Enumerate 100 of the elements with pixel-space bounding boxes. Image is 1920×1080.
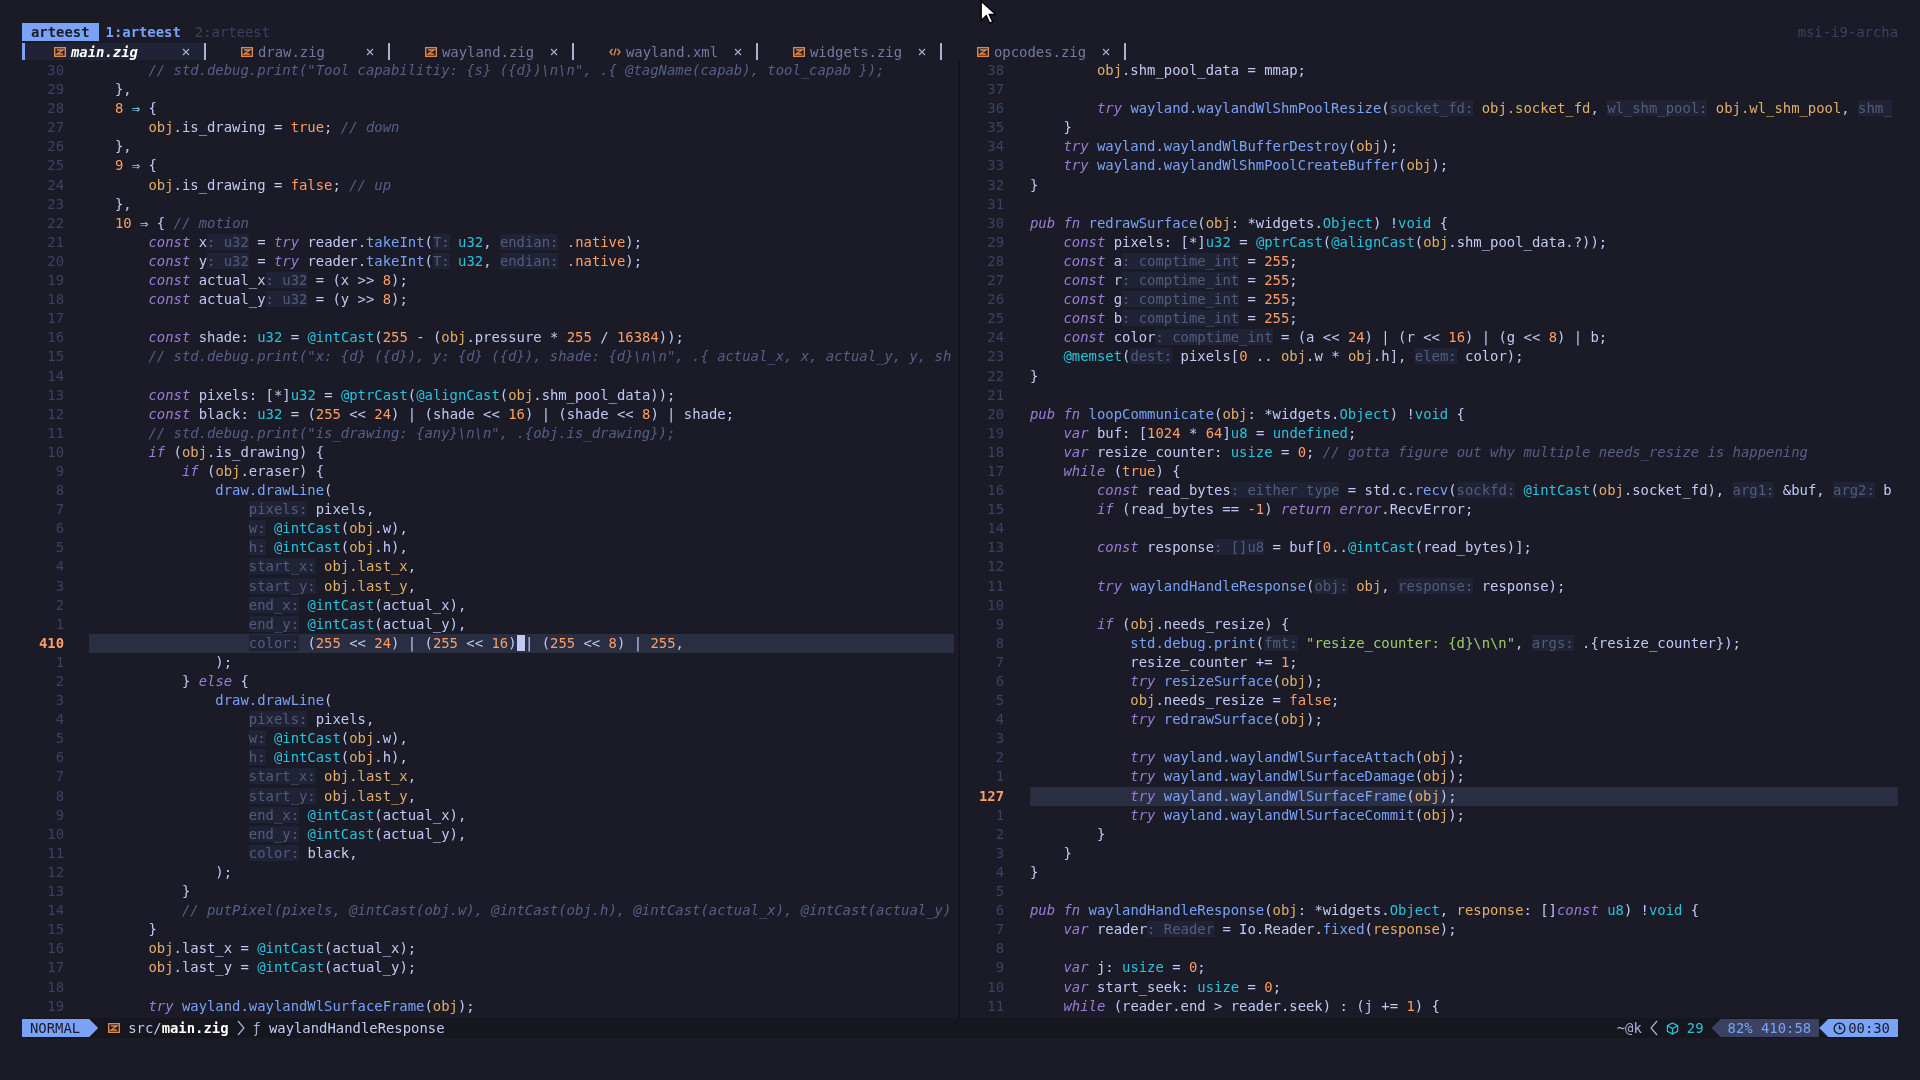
- close-icon[interactable]: [182, 47, 190, 56]
- line-number: 9: [54, 805, 64, 825]
- breadcrumb-symbol: waylandHandleResponse: [268, 1020, 445, 1036]
- session-name: arteest: [22, 23, 99, 41]
- line-number: 33: [986, 156, 1004, 176]
- code-line: obj.is_drawing = false; // up: [147, 175, 392, 195]
- line-number: 17: [986, 461, 1004, 481]
- code-line: try wayland.waylandWlSurfaceFrame(obj);: [1129, 786, 1457, 806]
- code-line: w: @intCast(obj.w),: [247, 519, 408, 539]
- line-number: 7: [994, 652, 1004, 672]
- file-tab[interactable]: draw.zig: [206, 43, 390, 60]
- code-line: },: [115, 80, 132, 100]
- line-number: 2: [994, 748, 1004, 768]
- code-line: }: [1062, 118, 1072, 138]
- code-line: }: [1095, 824, 1106, 844]
- line-number: 30: [46, 61, 64, 80]
- line-number: 19: [986, 423, 1004, 443]
- line-number: 4: [54, 557, 64, 577]
- code-line: try wayland.waylandWlShmPoolCreateBuffer(obj);: [1062, 156, 1449, 176]
- line-number: 6: [54, 519, 64, 539]
- code-line: h: @intCast(obj.h),: [247, 538, 408, 558]
- code-line: );: [214, 652, 233, 672]
- code-line: }: [147, 920, 157, 940]
- close-icon[interactable]: [1102, 47, 1110, 56]
- code-line: const a: comptime_int = 255;: [1062, 251, 1298, 272]
- close-icon[interactable]: [550, 47, 558, 56]
- code-line: const pixels: [*]u32 = @ptrCast(@alignCast(obj.shm_pool_data));: [147, 385, 676, 405]
- diagnostics-count: 29: [1686, 1020, 1704, 1036]
- close-icon[interactable]: [366, 47, 374, 56]
- line-number: 24: [986, 328, 1004, 348]
- zig-file-icon: [108, 1023, 121, 1033]
- function-symbol: ƒ: [252, 1020, 261, 1036]
- line-number: 3: [994, 843, 1004, 863]
- line-number: 10: [986, 977, 1004, 997]
- line-number: 25: [986, 309, 1004, 329]
- code-line: try wayland.waylandWlSurfaceDamage(obj);: [1129, 767, 1465, 787]
- code-line: start_y: obj.last_y,: [247, 786, 417, 806]
- line-number: 8: [994, 633, 1004, 653]
- line-number: 23: [46, 194, 64, 214]
- line-number: 31: [986, 194, 1004, 214]
- host-name: msi-i9-archa: [1797, 24, 1898, 40]
- line-number: 29: [986, 232, 1004, 252]
- file-tab[interactable]: widgets.zig: [758, 43, 942, 60]
- file-tab[interactable]: wayland.xml: [574, 43, 758, 60]
- file-tab[interactable]: wayland.zig: [390, 43, 574, 60]
- code-line: }: [1062, 843, 1072, 863]
- code-line: while (true) {: [1062, 461, 1181, 481]
- file-tab[interactable]: main.zig: [22, 43, 206, 60]
- code-line: }: [1030, 862, 1039, 882]
- code-line: try redrawSurface(obj);: [1129, 710, 1323, 730]
- line-number: 28: [46, 99, 64, 119]
- line-number: 29: [46, 80, 64, 100]
- line-number: 5: [994, 691, 1004, 711]
- code-line: color: black,: [247, 843, 358, 863]
- line-number: 11: [986, 996, 1004, 1016]
- code-line: // std.debug.print("is_drawing: {any}\n\n", .{obj.is_drawing});: [147, 423, 676, 443]
- code-line: end_y: @intCast(actual_y),: [247, 824, 467, 844]
- line-number: 16: [46, 328, 64, 348]
- line-number: 8: [54, 786, 64, 806]
- line-number: 5: [54, 538, 64, 558]
- chevron-icon: [236, 1020, 245, 1036]
- code-line: start_x: obj.last_x,: [247, 767, 417, 787]
- file-tab[interactable]: opcodes.zig: [942, 43, 1126, 60]
- line-number: 11: [46, 843, 64, 863]
- code-line: if (obj.needs_resize) {: [1095, 614, 1290, 634]
- mouse-pointer-icon: [980, 0, 996, 25]
- code-line: },: [115, 137, 132, 157]
- line-number: 19: [46, 996, 64, 1016]
- line-number: 18: [986, 442, 1004, 462]
- line-number: 127: [977, 786, 1004, 806]
- close-icon[interactable]: [734, 47, 742, 56]
- line-number: 23: [986, 347, 1004, 367]
- code-line: 8 ⇒ {: [115, 99, 157, 119]
- code-line: var reader: Reader = Io.Reader.fixed(response);: [1062, 920, 1457, 940]
- window-tab[interactable]: 1:arteest: [98, 23, 188, 41]
- code-line: const actual_y: u32 = (y >> 8);: [147, 290, 408, 310]
- code-line: try wayland.waylandWlSurfaceFrame(obj);: [147, 996, 475, 1016]
- line-number: 20: [46, 251, 64, 271]
- line-number: 18: [46, 977, 64, 997]
- line-number: 7: [54, 767, 64, 787]
- code-line: std.debug.print(fmt: "resize_counter: {d}\n\n", args: .{resize_counter});: [1129, 633, 1741, 653]
- line-number: 15: [986, 500, 1004, 520]
- code-line: obj.is_drawing = true; // down: [147, 118, 400, 138]
- code-line: pixels: pixels,: [247, 500, 375, 520]
- line-number: 9: [994, 614, 1004, 634]
- line-number: 1: [54, 652, 64, 672]
- line-number: 14: [46, 366, 64, 386]
- mode-indicator: NORMAL: [22, 1019, 99, 1037]
- code-line: w: @intCast(obj.w),: [247, 729, 408, 749]
- close-icon[interactable]: [918, 47, 926, 56]
- code-line: const read_bytes: either type = std.c.recv(sockfd: @intCast(obj.socket_fd), arg1: &buf, arg2: b: [1095, 481, 1892, 501]
- line-number: 14: [986, 519, 1004, 539]
- line-number: 20: [986, 404, 1004, 424]
- code-line: h: @intCast(obj.h),: [247, 748, 408, 768]
- line-number: 15: [46, 920, 64, 940]
- code-line: start_y: obj.last_y,: [247, 576, 417, 596]
- code-line: );: [214, 862, 233, 882]
- line-number: 4: [994, 862, 1004, 882]
- line-number: 22: [46, 213, 64, 233]
- line-number: 16: [986, 481, 1004, 501]
